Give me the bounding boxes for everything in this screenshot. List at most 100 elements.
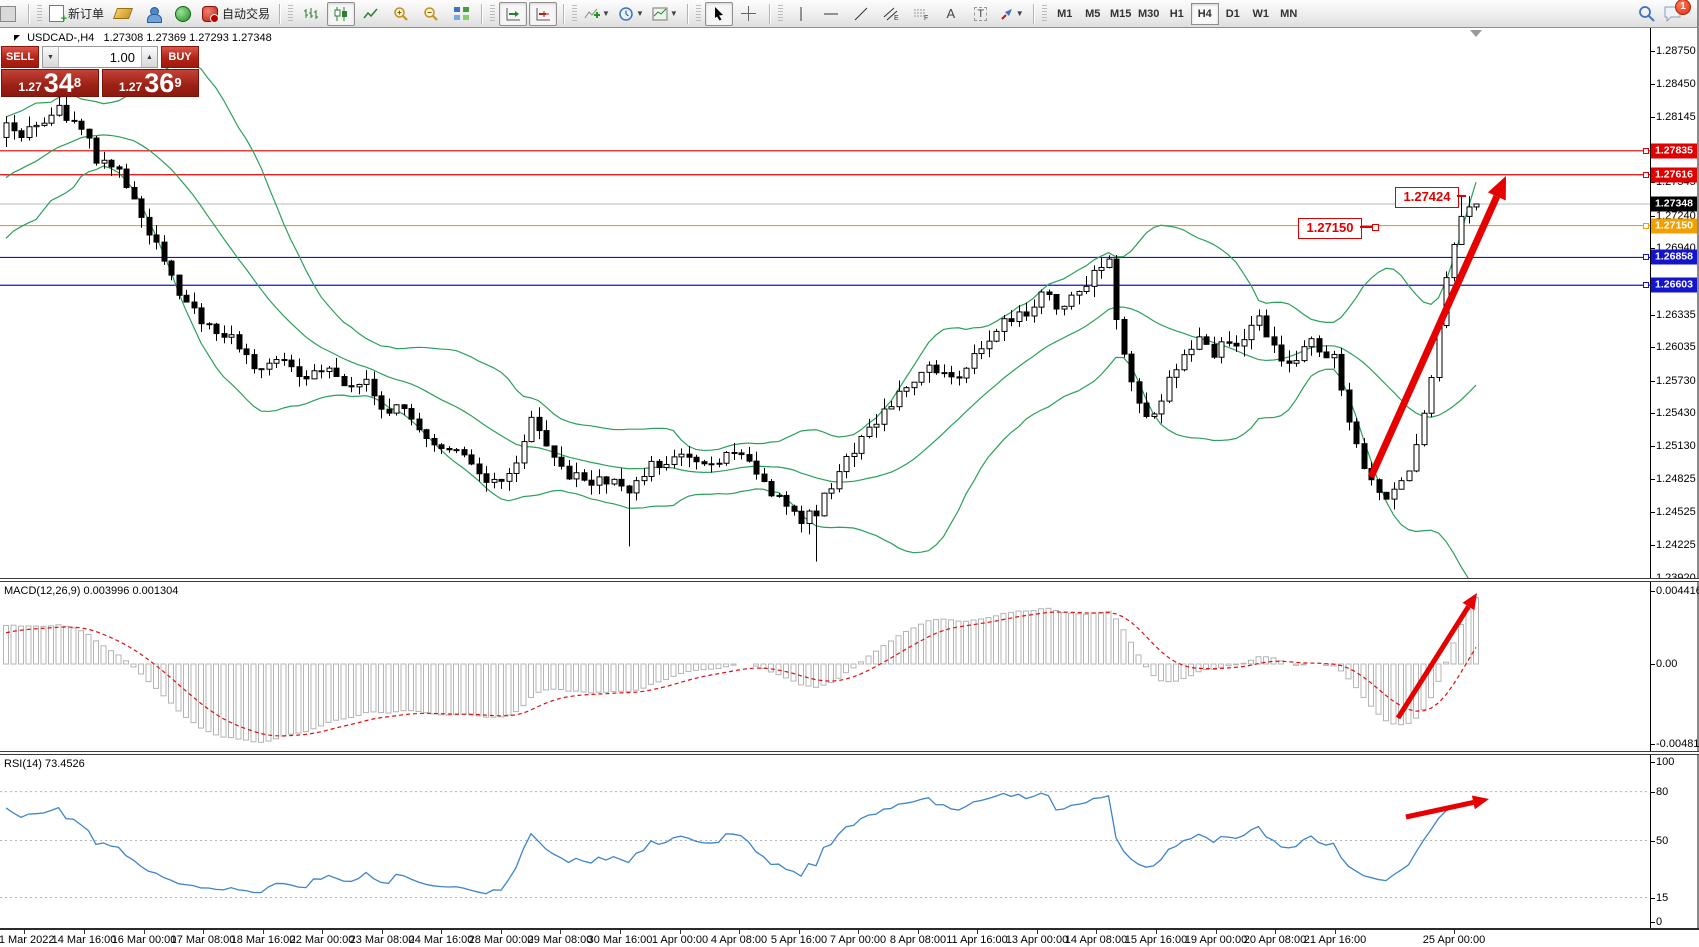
eraser-button[interactable] [109,2,137,26]
rsi-line[interactable] [6,793,1476,894]
time-axis-label: 14 Apr 08:00 [1065,934,1127,946]
trend-arrow[interactable] [1398,607,1468,718]
channel-icon: E [883,7,899,21]
volume-decrease-button[interactable]: ▼ [43,47,59,67]
annotation-tail [1457,195,1466,197]
line-chart-mode-button[interactable] [357,2,385,26]
arrows-tool[interactable]: ▼ [997,2,1027,26]
buy-quote[interactable]: 1.27 36 9 [102,69,200,97]
bb-upper[interactable] [6,62,1476,450]
macd-panel[interactable] [0,582,1650,751]
search-icon[interactable] [1638,5,1655,22]
templates-button[interactable]: ▼ [649,2,681,26]
rsi-panel[interactable] [0,755,1650,928]
time-axis-label: 20 Apr 08:00 [1244,934,1306,946]
macd-tick [1650,664,1655,665]
macd-splitter[interactable] [0,578,1699,582]
time-axis-label: 11 Mar 2022 [0,934,54,946]
cursor-tool-button[interactable] [705,2,733,26]
bb-lower[interactable] [6,166,1476,578]
timeframe-group: M1M5M15M30H1H4D1W1MN [1051,3,1303,25]
price-tick [1650,315,1655,316]
timeframe-button-m30[interactable]: M30 [1135,3,1163,25]
time-axis-label: 16 Mar 00:00 [112,934,177,946]
cursor-icon [712,6,725,21]
sell-quote[interactable]: 1.27 34 8 [1,69,99,97]
fibonacci-tool[interactable]: F [907,2,935,26]
price-tick-label: 1.25130 [1656,440,1696,452]
timeframe-button-m5[interactable]: M5 [1079,3,1107,25]
candlestick-mode-button[interactable] [327,2,355,26]
price-level-chip: 1.27150 [1651,218,1697,233]
time-axis-label: 14 Mar 16:00 [52,934,117,946]
notification-badge: 1 [1675,0,1691,15]
rsi-tick [1650,898,1655,899]
time-axis-label: 22 Mar 00:00 [290,934,355,946]
trendline-tool[interactable] [847,2,875,26]
text-tool[interactable]: A [937,2,965,26]
bar-chart-mode-button[interactable] [297,2,325,26]
ohlc-values: 1.27308 1.27369 1.27293 1.27348 [103,32,271,44]
trend-arrow[interactable] [1406,802,1473,817]
volume-control: ▼ 1.00 ▲ [42,46,158,68]
candlestick-icon [333,7,349,21]
auto-scroll-button[interactable] [499,2,527,26]
timeframe-button-m1[interactable]: M1 [1051,3,1079,25]
profile-button[interactable] [139,2,167,26]
equidistant-channel-tool[interactable]: E [877,2,905,26]
price-tick-label: 1.24825 [1656,473,1696,485]
indicators-button[interactable]: ▼ [581,2,613,26]
timeframe-button-m15[interactable]: M15 [1107,3,1135,25]
timeframe-button-mn[interactable]: MN [1275,3,1303,25]
macd-tick-label: 0.00 [1656,658,1677,670]
timeframe-button-h4[interactable]: H4 [1191,3,1219,25]
buy-price-big: 36 [144,71,174,95]
main-chart-panel[interactable] [0,28,1650,578]
chart-shift-icon [535,7,551,21]
time-axis[interactable]: 11 Mar 202214 Mar 16:0016 Mar 00:0017 Ma… [0,928,1699,947]
zoom-out-button[interactable] [417,2,445,26]
buy-button[interactable]: BUY [161,46,199,68]
chart-shift-marker-icon[interactable] [1470,30,1482,37]
price-level-chip: 1.26858 [1651,250,1697,265]
periods-button[interactable]: ▼ [615,2,647,26]
price-annotation[interactable]: 1.27150 [1298,218,1362,239]
chevron-down-icon: ▼ [602,9,610,18]
volume-input[interactable]: 1.00 [59,47,141,67]
chip-connector [1643,172,1649,178]
time-axis-label: 11 Apr 16:00 [946,934,1008,946]
text-label-tool[interactable]: T [967,2,995,26]
signal-button[interactable] [169,2,197,26]
cut-toolbar-icon[interactable] [0,2,22,26]
bb-middle[interactable] [6,135,1476,482]
horizontal-line-tool[interactable] [817,2,845,26]
timeframe-button-d1[interactable]: D1 [1219,3,1247,25]
trend-arrow[interactable] [1371,196,1497,477]
rsi-splitter[interactable] [0,751,1699,755]
price-tick [1650,479,1655,480]
zoom-in-button[interactable] [387,2,415,26]
time-axis-label: 8 Apr 08:00 [890,934,946,946]
chart-shift-button[interactable] [529,2,557,26]
new-order-button[interactable]: + 新订单 [46,2,107,26]
time-axis-label: 23 Mar 08:00 [350,934,415,946]
volume-increase-button[interactable]: ▲ [141,47,157,67]
sell-button[interactable]: SELL [1,46,39,68]
time-axis-label: 25 Apr 00:00 [1423,934,1485,946]
vertical-line-tool[interactable] [787,2,815,26]
price-tick [1650,381,1655,382]
auto-trading-button[interactable]: 自动交易 [199,2,273,26]
chat-button[interactable]: 1 [1663,5,1683,22]
timeframe-button-h1[interactable]: H1 [1163,3,1191,25]
zoom-in-icon [393,6,409,22]
tile-windows-button[interactable] [447,2,475,26]
time-axis-label: 1 Apr 00:00 [652,934,708,946]
timeframe-button-w1[interactable]: W1 [1247,3,1275,25]
price-tick [1650,545,1655,546]
signal-icon [175,6,191,22]
price-tick-label: 1.26035 [1656,341,1696,353]
rsi-tick [1650,792,1655,793]
price-annotation[interactable]: 1.27424 [1395,187,1459,208]
crosshair-tool-button[interactable] [735,2,763,26]
price-level-chip: 1.26603 [1651,278,1697,293]
